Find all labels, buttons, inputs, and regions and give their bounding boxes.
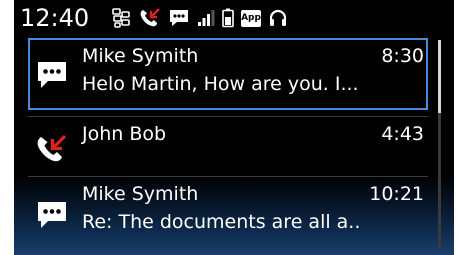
message-preview: Helo Martin, How are you. I... [82, 73, 359, 95]
phone-screen: 12:40 App Mike Symith 8:30 Helo Martin, … [14, 0, 454, 255]
status-icons: App [112, 6, 288, 30]
battery-icon [222, 8, 234, 28]
scrollbar-thumb[interactable] [438, 40, 441, 113]
item-time: 4:43 [381, 123, 424, 145]
scrollbar[interactable] [438, 40, 441, 248]
item-time: 10:21 [369, 183, 424, 205]
divider [28, 116, 428, 117]
divider [28, 176, 428, 177]
list-item-message-mike-1[interactable]: Mike Symith 8:30 Helo Martin, How are yo… [14, 38, 430, 116]
caller-name: John Bob [82, 123, 167, 145]
missed-call-icon[interactable] [139, 8, 161, 28]
message-preview: Re: The documents are all a.. [82, 211, 361, 233]
status-bar: 12:40 App [14, 0, 454, 36]
app-notification-icon[interactable]: App [241, 9, 261, 27]
list-item-message-mike-2[interactable]: Mike Symith 10:21 Re: The documents are … [14, 178, 430, 250]
message-icon [36, 60, 68, 94]
message-icon [36, 200, 68, 234]
sender-name: Mike Symith [82, 183, 199, 205]
bbm-icon[interactable] [112, 8, 132, 28]
item-time: 8:30 [381, 45, 424, 67]
headset-icon [268, 8, 288, 28]
sender-name: Mike Symith [82, 45, 199, 67]
status-clock: 12:40 [20, 4, 90, 32]
message-icon[interactable] [168, 8, 190, 28]
signal-bars-icon [197, 9, 215, 27]
missed-call-icon [36, 134, 68, 168]
list-item-missed-call-john[interactable]: John Bob 4:43 [14, 118, 430, 176]
